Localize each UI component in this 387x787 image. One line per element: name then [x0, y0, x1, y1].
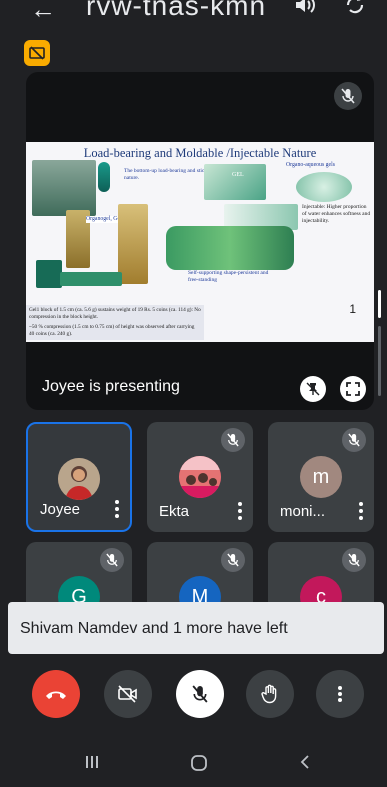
fullscreen-icon	[346, 382, 360, 396]
shared-slide: Load-bearing and Moldable /Injectable Na…	[26, 142, 374, 342]
slide-title: Load-bearing and Moldable /Injectable Na…	[83, 146, 317, 160]
home-icon[interactable]	[190, 754, 208, 772]
slide-page-number: 1	[349, 302, 356, 316]
mic-toggle-button[interactable]	[176, 670, 224, 718]
avatar-initial: m	[312, 465, 330, 488]
mic-off-icon	[221, 428, 245, 452]
slide-photo-dinosaurs	[166, 226, 294, 270]
avatar	[58, 458, 100, 500]
mic-off-icon	[342, 428, 366, 452]
raise-hand-icon	[261, 684, 277, 704]
pin-off-icon	[306, 382, 320, 396]
camera-off-icon	[118, 685, 137, 703]
back-arrow-icon[interactable]: ←	[30, 0, 56, 25]
slide-gel-description: Gel1 block of 1.5 cm (ca. 5.6 g) sustain…	[26, 305, 204, 340]
slide-photo-disc	[60, 272, 122, 286]
camera-toggle-button[interactable]	[104, 670, 152, 718]
participant-tile[interactable]: m moni...	[268, 422, 374, 532]
more-vert-icon[interactable]	[114, 500, 120, 518]
slide-photo-vials	[32, 160, 96, 216]
mic-off-icon	[192, 685, 208, 703]
slide-gel-desc-2: ~50 % compression (1.5 cm to 0.75 cm) of…	[29, 324, 195, 337]
presenting-badge-icon	[24, 40, 50, 66]
more-options-button[interactable]	[316, 670, 364, 718]
end-call-button[interactable]	[32, 670, 80, 718]
top-bar: ← rvw-tnas-kmn	[0, 0, 387, 40]
more-vert-icon	[338, 686, 342, 702]
recents-icon[interactable]	[84, 754, 100, 770]
mic-off-icon	[342, 548, 366, 572]
presentation-stage[interactable]: Load-bearing and Moldable /Injectable Na…	[26, 72, 374, 410]
mic-off-icon	[221, 548, 245, 572]
avatar: m	[300, 456, 342, 498]
snackbar-toast: Shivam Namdev and 1 more have left	[8, 602, 384, 654]
slide-label-gel-tag: GEL	[232, 172, 244, 178]
slide-photo-tube	[98, 162, 110, 192]
more-vert-icon[interactable]	[358, 502, 364, 520]
slide-gel-desc-1: Gel1 block of 1.5 cm (ca. 5.6 g) sustain…	[29, 307, 201, 320]
participant-name: Ekta	[159, 503, 190, 520]
slide-injectable-text: Injectable: Higher proportion of water e…	[302, 204, 371, 224]
slide-label-organo-aqueous: Organo-aqueous gels	[286, 162, 335, 168]
end-call-icon	[46, 691, 66, 699]
slide-photo-green-cubes	[36, 260, 62, 288]
camera-flip-icon[interactable]	[344, 0, 366, 14]
slide-photo-dish	[296, 172, 352, 202]
raise-hand-button[interactable]	[246, 670, 294, 718]
meeting-code[interactable]: rvw-tnas-kmn	[86, 0, 266, 22]
participant-tile[interactable]: Joyee	[26, 422, 132, 532]
slide-photo-gel-vials	[204, 164, 266, 200]
presenter-mic-off-icon	[334, 82, 362, 110]
back-icon[interactable]	[298, 754, 312, 770]
participant-tile[interactable]: Ekta	[147, 422, 253, 532]
presenter-label: Joyee is presenting	[42, 378, 180, 395]
participant-name: moni...	[280, 503, 326, 520]
more-vert-icon[interactable]	[237, 502, 243, 520]
system-nav-bar	[0, 738, 387, 787]
slide-caption-bottom-up: The bottom-up load-bearing and sticky na…	[124, 168, 210, 181]
fullscreen-button[interactable]	[340, 376, 366, 402]
slide-self-supporting-text: Self-supporting shape-persistent and fre…	[188, 270, 269, 283]
scrollbar-track	[378, 326, 381, 396]
unpin-button[interactable]	[300, 376, 326, 402]
scrollbar-thumb[interactable]	[378, 290, 381, 318]
mic-off-icon	[100, 548, 124, 572]
slide-photo-coins-tall	[118, 204, 148, 284]
audio-output-icon[interactable]	[294, 0, 316, 14]
avatar	[179, 456, 221, 498]
participant-name: Joyee	[40, 501, 81, 518]
